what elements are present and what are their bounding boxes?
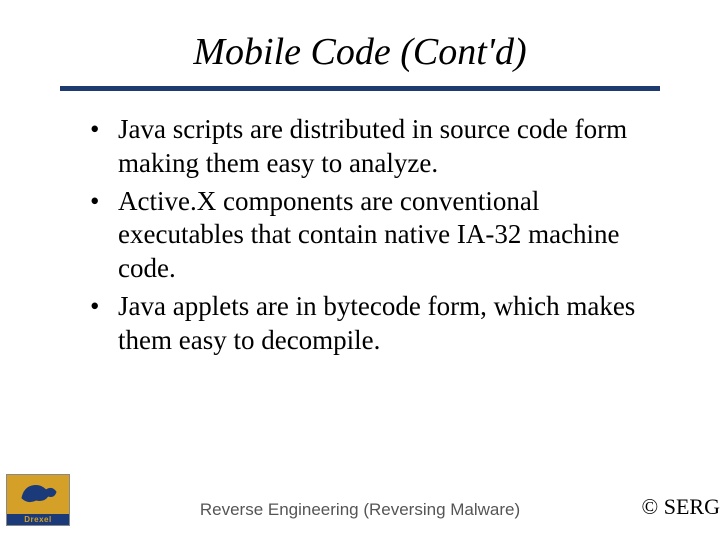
bullet-list: Java scripts are distributed in source c… bbox=[90, 113, 660, 357]
title-divider bbox=[60, 86, 660, 91]
footer-center-text: Reverse Engineering (Reversing Malware) bbox=[200, 500, 520, 520]
dragon-icon bbox=[14, 478, 62, 510]
slide-content: Java scripts are distributed in source c… bbox=[0, 113, 720, 357]
bullet-item: Java scripts are distributed in source c… bbox=[90, 113, 660, 181]
slide-title: Mobile Code (Cont'd) bbox=[0, 30, 720, 74]
logo-text: Drexel bbox=[7, 515, 69, 524]
slide-footer: Drexel Reverse Engineering (Reversing Ma… bbox=[0, 470, 720, 526]
bullet-item: Active.X components are conventional exe… bbox=[90, 185, 660, 286]
slide-container: Mobile Code (Cont'd) Java scripts are di… bbox=[0, 0, 720, 540]
footer-right-text: © SERG bbox=[642, 494, 720, 520]
bullet-item: Java applets are in bytecode form, which… bbox=[90, 290, 660, 358]
drexel-logo: Drexel bbox=[6, 474, 70, 526]
